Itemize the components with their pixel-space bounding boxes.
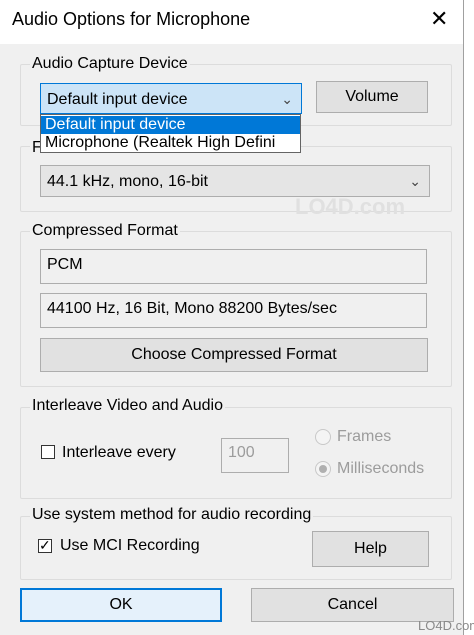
frames-label: Frames xyxy=(337,428,392,445)
audio-capture-label: Audio Capture Device xyxy=(30,55,190,73)
close-icon[interactable]: ✕ xyxy=(430,8,448,30)
radio-selected-dot xyxy=(319,465,327,473)
chevron-down-icon: ⌄ xyxy=(281,91,293,107)
interleave-value-field[interactable]: 100 xyxy=(221,438,289,473)
watermark-logo: LO4D.com xyxy=(295,194,406,219)
volume-button[interactable]: Volume xyxy=(316,81,428,113)
format-details-field: 44100 Hz, 16 Bit, Mono 88200 Bytes/sec xyxy=(40,293,427,328)
interleave-checkbox[interactable] xyxy=(41,445,55,459)
system-method-label: Use system method for audio recording xyxy=(30,506,314,524)
dropdown-option-microphone[interactable]: Microphone (Realtek High Defini xyxy=(41,134,300,152)
format-combo-value: 44.1 kHz, mono, 16-bit xyxy=(47,173,208,190)
ok-button[interactable]: OK xyxy=(20,588,222,622)
milliseconds-label: Milliseconds xyxy=(337,460,425,477)
audio-options-dialog: Audio Options for Microphone ✕ Audio Cap… xyxy=(0,0,464,635)
help-button[interactable]: Help xyxy=(312,531,429,567)
check-icon: ✓ xyxy=(39,537,51,553)
dropdown-option-default[interactable]: Default input device xyxy=(41,116,300,134)
device-combo-value: Default input device xyxy=(47,91,188,108)
corner-watermark: LO4D.com xyxy=(418,618,474,633)
codec-field: PCM xyxy=(40,249,427,284)
chevron-down-icon: ⌄ xyxy=(409,173,421,189)
dialog-title: Audio Options for Microphone xyxy=(12,9,251,29)
mci-checkbox-label: Use MCI Recording xyxy=(60,537,200,554)
milliseconds-radio[interactable] xyxy=(315,461,331,477)
codec-value: PCM xyxy=(47,256,83,273)
choose-compressed-format-button[interactable]: Choose Compressed Format xyxy=(40,338,428,372)
cancel-button[interactable]: Cancel xyxy=(251,588,454,622)
title-bar: Audio Options for Microphone ✕ xyxy=(0,0,463,44)
frames-radio[interactable] xyxy=(315,429,331,445)
mci-checkbox[interactable]: ✓ xyxy=(38,537,52,553)
format-details-value: 44100 Hz, 16 Bit, Mono 88200 Bytes/sec xyxy=(47,300,337,317)
compressed-format-label: Compressed Format xyxy=(30,222,180,240)
interleave-value: 100 xyxy=(228,444,255,461)
device-dropdown-list: Default input device Microphone (Realtek… xyxy=(40,114,301,153)
device-combo[interactable]: Default input device ⌄ xyxy=(40,83,302,114)
interleave-label: Interleave Video and Audio xyxy=(30,397,225,415)
background-window xyxy=(463,0,474,635)
interleave-checkbox-label: Interleave every xyxy=(62,444,176,461)
format-combo[interactable]: 44.1 kHz, mono, 16-bit ⌄ xyxy=(40,165,430,197)
